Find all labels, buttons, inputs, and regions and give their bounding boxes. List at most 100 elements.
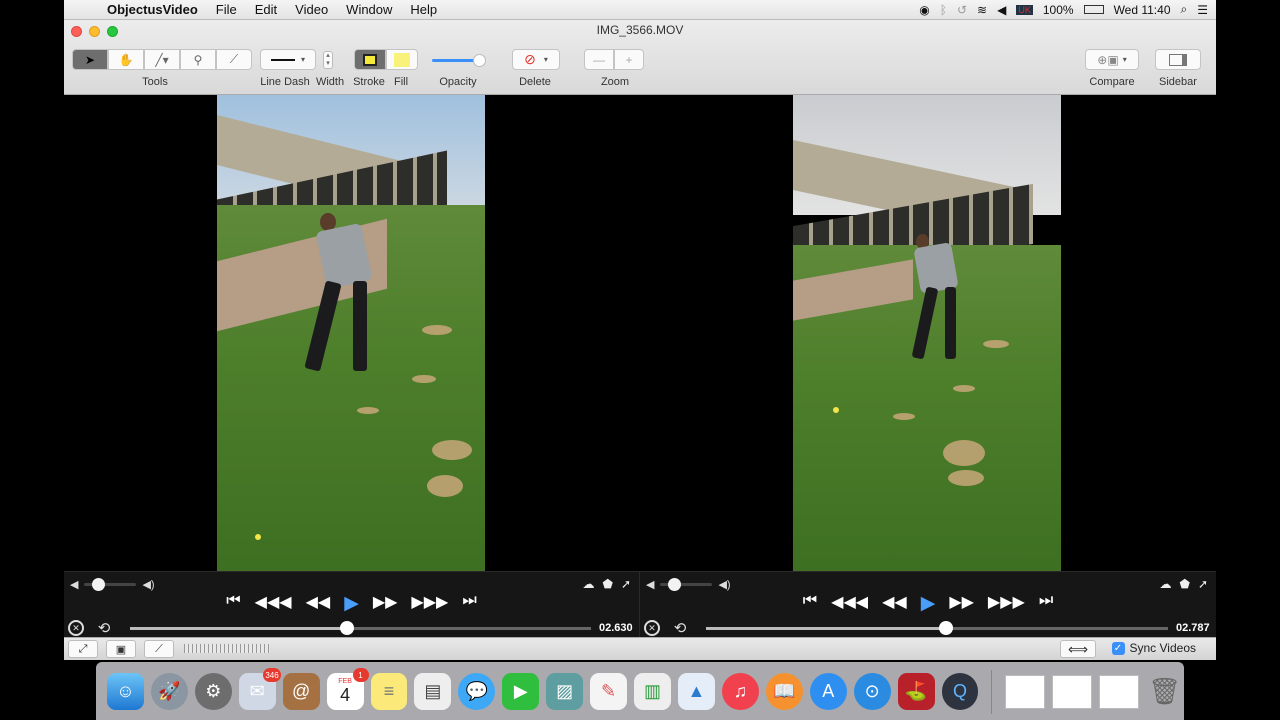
preview-icon[interactable]: ▤ [414, 673, 452, 710]
close-video-icon[interactable]: ✕ [644, 620, 660, 636]
fullscreen-button[interactable]: ⤢ [68, 640, 98, 658]
left-scrubber-knob[interactable] [339, 620, 354, 635]
finder-icon[interactable]: ☺ [107, 673, 144, 710]
zoom-in-button[interactable]: + [614, 49, 644, 70]
left-volume-knob[interactable] [92, 578, 106, 591]
tortoise-icon[interactable]: ☁ [583, 577, 595, 591]
hare-icon[interactable]: ➚ [1198, 577, 1208, 591]
hand-tool-icon[interactable]: ✋ [108, 49, 144, 70]
time-machine-icon[interactable]: ↺ [957, 3, 967, 17]
pages-icon[interactable]: ✎ [590, 673, 628, 710]
mail-icon[interactable]: ✉ 346 [238, 668, 281, 710]
sidebar-button[interactable] [1155, 49, 1201, 70]
compare-button[interactable]: ⊕▣ ▾ [1085, 49, 1139, 70]
numbers-icon[interactable]: ▥ [634, 673, 671, 710]
left-scrubber[interactable] [130, 620, 591, 635]
club-tool-button[interactable]: ⟋ [144, 640, 174, 658]
checkbox-icon[interactable]: ✓ [1111, 641, 1125, 655]
width-label: Width [315, 76, 345, 88]
fill-color-button[interactable] [386, 49, 418, 70]
delete-button[interactable]: ⊘ ▾ [512, 49, 560, 70]
swap-videos-button[interactable]: ⟺ [1060, 640, 1096, 658]
notification-center-icon[interactable]: ☰ [1197, 3, 1208, 17]
quicktime-icon[interactable]: Q [941, 673, 979, 710]
right-volume-slider[interactable] [660, 578, 713, 591]
play-icon[interactable]: ▶ [921, 592, 936, 615]
right-scrubber-knob[interactable] [939, 620, 954, 635]
facetime-icon[interactable]: ▶ [502, 673, 540, 710]
opacity-slider-knob[interactable] [472, 54, 486, 67]
left-volume-slider[interactable] [84, 578, 137, 591]
iphoto-icon[interactable]: ▨ [546, 673, 584, 710]
flag-icon[interactable]: UK [1016, 4, 1033, 15]
sync-videos-checkbox[interactable]: ✓ Sync Videos [1111, 641, 1196, 655]
line-dash-dropdown[interactable]: ▾ [260, 49, 316, 70]
step-forward-icon[interactable]: ▶▶ [949, 592, 974, 615]
menu-help[interactable]: Help [401, 2, 446, 17]
fast-forward-icon[interactable]: ▶▶▶ [988, 592, 1025, 615]
volume-low-icon: ◀ [646, 579, 655, 591]
safari-icon[interactable]: ⊙ [853, 673, 891, 710]
recent-document-thumbnail[interactable] [1099, 674, 1140, 709]
contacts-icon[interactable]: @ [282, 673, 320, 710]
stroke-color-button[interactable] [354, 49, 386, 70]
arrow-tool-icon[interactable]: ➤ [72, 49, 108, 70]
right-scrubber[interactable] [706, 620, 1168, 635]
fast-rewind-icon[interactable]: ◀◀◀ [255, 592, 292, 615]
ibooks-icon[interactable]: 📖 [765, 673, 803, 710]
skip-to-start-icon[interactable]: ⏮ [803, 592, 817, 615]
snapshot-button[interactable]: ▣ [106, 640, 136, 658]
keynote-icon[interactable]: ▲ [677, 673, 715, 710]
calendar-icon[interactable]: FEB 4 1 [326, 668, 369, 710]
right-video-frame[interactable] [793, 95, 1061, 571]
battery-icon[interactable] [1083, 5, 1104, 14]
line-tool-icon[interactable]: ╱▾ [144, 49, 180, 70]
menu-video[interactable]: Video [286, 2, 337, 17]
fast-rewind-icon[interactable]: ◀◀◀ [831, 592, 868, 615]
left-video-frame[interactable] [217, 95, 485, 571]
bluetooth-icon[interactable]: ᛒ [940, 3, 947, 17]
hare-icon[interactable]: ➚ [621, 577, 631, 591]
recent-document-thumbnail[interactable] [1005, 674, 1046, 709]
messages-icon[interactable]: 💬 [458, 673, 496, 710]
skip-to-start-icon[interactable]: ⏮ [226, 592, 240, 615]
video-comparison-area[interactable] [64, 95, 1216, 571]
menu-window[interactable]: Window [337, 2, 401, 17]
width-stepper[interactable]: ▴ ▾ [323, 51, 333, 69]
opacity-slider[interactable] [432, 54, 486, 67]
notes-icon[interactable]: ≡ [370, 673, 408, 710]
menu-edit[interactable]: Edit [246, 2, 286, 17]
right-volume-knob[interactable] [668, 578, 682, 591]
wifi-icon[interactable]: ≋ [977, 3, 987, 17]
spotlight-search-icon[interactable]: ⌕ [1181, 2, 1188, 17]
system-preferences-icon[interactable]: ⚙ [194, 673, 232, 710]
step-back-icon[interactable]: ◀◀ [306, 592, 331, 615]
itunes-icon[interactable]: ♫ [721, 673, 759, 710]
record-icon[interactable]: ◉ [919, 3, 929, 17]
loop-icon[interactable]: ⟲ [668, 619, 692, 637]
close-video-icon[interactable]: ✕ [68, 620, 84, 636]
loop-icon[interactable]: ⟲ [92, 619, 116, 637]
frame-step-slider[interactable] [184, 644, 270, 653]
recent-document-thumbnail[interactable] [1052, 674, 1093, 709]
app-menu[interactable]: ObjectusVideo [98, 2, 207, 17]
step-forward-icon[interactable]: ▶▶ [373, 592, 398, 615]
trash-icon[interactable]: 🗑 [1146, 673, 1183, 710]
zoom-out-button[interactable]: — [584, 49, 614, 70]
fast-forward-icon[interactable]: ▶▶▶ [411, 592, 448, 615]
clock[interactable]: Wed 11:40 [1114, 3, 1171, 17]
objectus-video-icon[interactable]: ⛳ [897, 673, 935, 710]
speed-marker-icon[interactable]: ⬟ [1180, 577, 1190, 591]
skip-to-end-icon[interactable]: ⏭ [462, 592, 476, 615]
magnifier-tool-icon[interactable]: ⚲ [180, 49, 216, 70]
ruler-tool-icon[interactable]: ⟋ [216, 49, 252, 70]
volume-icon[interactable]: ◀ [997, 3, 1006, 17]
app-store-icon[interactable]: A [809, 673, 847, 710]
launchpad-icon[interactable]: 🚀 [150, 673, 188, 710]
tortoise-icon[interactable]: ☁ [1160, 577, 1172, 591]
speed-marker-icon[interactable]: ⬟ [603, 577, 613, 591]
step-back-icon[interactable]: ◀◀ [882, 592, 907, 615]
play-icon[interactable]: ▶ [344, 592, 359, 615]
skip-to-end-icon[interactable]: ⏭ [1039, 592, 1053, 615]
menu-file[interactable]: File [207, 2, 246, 17]
